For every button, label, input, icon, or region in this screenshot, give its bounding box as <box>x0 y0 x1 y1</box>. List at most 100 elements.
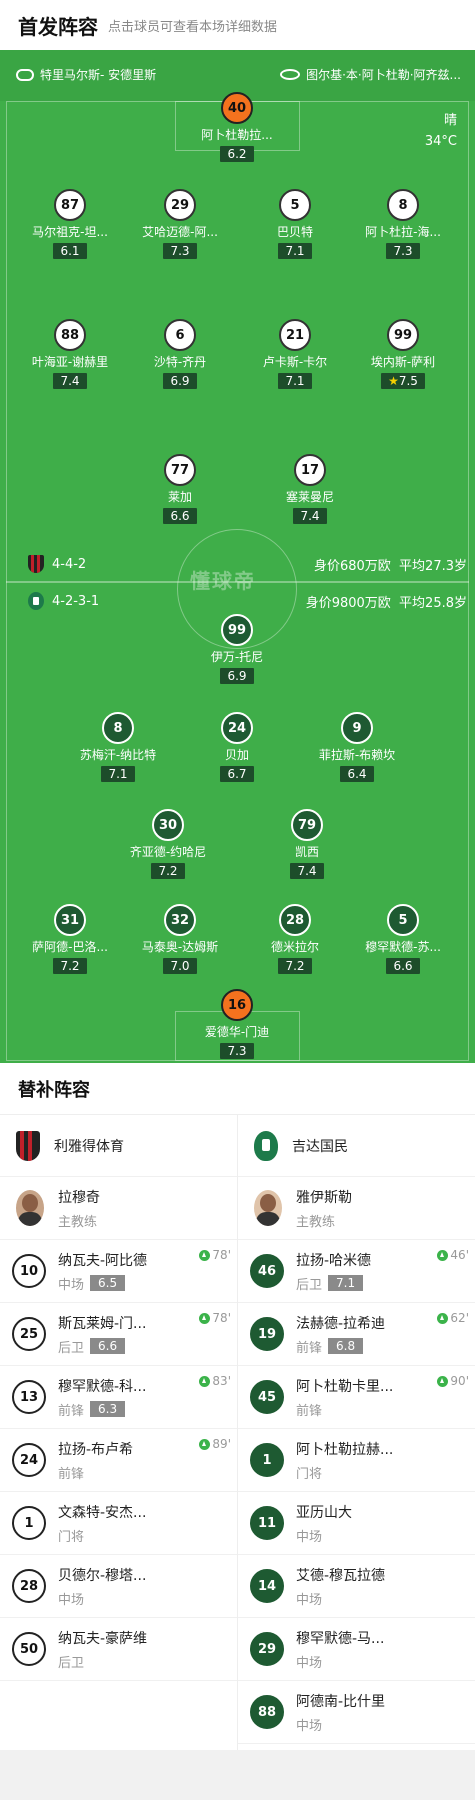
player-position-row: 前锋 <box>58 1463 133 1482</box>
subs-right-column: 吉达国民 雅伊斯勒 主教练 46 拉扬-哈米德 后卫 7.1 46' 19 法赫德-拉希迪 前锋… <box>238 1115 475 1744</box>
player-name: 马尔祖克-坦... <box>32 225 108 239</box>
sub-player-row[interactable]: 1 文森特-安杰... 门将 <box>0 1492 237 1555</box>
sub-time: 78' <box>212 1248 231 1262</box>
home-player[interactable]: 21 卢卡斯-卡尔 7.1 <box>235 319 355 389</box>
sub-player-row[interactable]: 46 拉扬-哈米德 后卫 7.1 46' <box>238 1240 475 1303</box>
avatar <box>254 1190 282 1226</box>
sub-player-row[interactable]: 1 阿卜杜勒拉赫... 门将 <box>238 1429 475 1492</box>
player-name: 阿卜杜勒拉... <box>201 128 273 142</box>
away-value: 身价9800万欧 平均25.8岁 <box>306 592 467 611</box>
home-player[interactable]: 87 马尔祖克-坦... 6.1 <box>10 189 130 259</box>
player-name: 苏梅汗-纳比特 <box>79 748 157 762</box>
sub-player-info: 艾德-穆瓦拉德 中场 <box>296 1565 385 1608</box>
away-player[interactable]: 24 贝加 6.7 <box>177 712 297 782</box>
player-rating: 7.1 <box>278 373 312 389</box>
sub-player-row[interactable]: 45 阿卜杜勒卡里... 前锋 90' <box>238 1366 475 1429</box>
away-player[interactable]: 31 萨阿德-巴洛... 7.2 <box>10 904 130 974</box>
page-subtitle: 点击球员可查看本场详细数据 <box>108 19 278 35</box>
sub-player-row[interactable]: 11 亚历山大 中场 <box>238 1492 475 1555</box>
team-header-right[interactable]: 吉达国民 <box>238 1115 475 1177</box>
jersey-number: 88 <box>250 1695 284 1729</box>
player-rating: 7.1 <box>278 243 312 259</box>
player-name: 纳瓦夫-阿比德 <box>58 1252 148 1269</box>
player-name: 巴贝特 <box>276 225 313 239</box>
home-player[interactable]: 8 阿卜杜拉-海... 7.3 <box>343 189 463 259</box>
rating-value: 7.2 <box>285 959 305 973</box>
player-rating: 7.2 <box>53 958 87 974</box>
home-player[interactable]: 99 埃内斯-萨利 ★7.5 <box>343 319 463 389</box>
stadium-name: 图尔基·本·阿卜杜勒·阿齐兹... <box>306 68 461 82</box>
away-player[interactable]: 79 凯西 7.4 <box>247 809 367 879</box>
away-player[interactable]: 99 伊万-托尼 6.9 <box>177 614 297 684</box>
weather-condition: 晴 <box>443 113 457 128</box>
home-player[interactable]: 6 沙特-齐丹 6.9 <box>120 319 240 389</box>
player-rating: 7.4 <box>290 863 324 879</box>
rating-value: 7.1 <box>108 767 128 781</box>
away-team-info: 4-2-3-1 身价9800万欧 平均25.8岁 <box>0 591 475 611</box>
rating-value: 7.2 <box>60 959 80 973</box>
away-player[interactable]: 30 齐亚德-约哈尼 7.2 <box>108 809 228 879</box>
player-name: 贝德尔-穆塔... <box>58 1567 147 1584</box>
rating-value: 6.9 <box>170 374 190 388</box>
player-name: 凯西 <box>294 845 319 859</box>
jersey-number: 30 <box>152 809 184 841</box>
home-market-value: 身价680万欧 <box>313 558 391 574</box>
sub-time: 78' <box>212 1311 231 1325</box>
player-name: 拉扬-哈米德 <box>296 1252 372 1269</box>
home-player[interactable]: 5 巴贝特 7.1 <box>235 189 355 259</box>
home-player[interactable]: 77 莱加 6.6 <box>120 454 240 524</box>
jersey-number: 17 <box>294 454 326 486</box>
sub-player-row[interactable]: 50 纳瓦夫-豪萨维 后卫 <box>0 1618 237 1681</box>
jersey-number: 79 <box>291 809 323 841</box>
sub-player-row[interactable]: 29 穆罕默德-马... 中场 <box>238 1618 475 1681</box>
player-name: 贝加 <box>224 748 249 762</box>
sub-player-row[interactable]: 14 艾德-穆瓦拉德 中场 <box>238 1555 475 1618</box>
jersey-number: 24 <box>12 1443 46 1477</box>
player-name: 亚历山大 <box>296 1504 352 1521</box>
player-position: 中场 <box>58 1277 85 1293</box>
home-player[interactable]: 40 阿卜杜勒拉... 6.2 <box>177 92 297 162</box>
rating-value: 7.1 <box>285 374 305 388</box>
sub-player-row[interactable]: 25 斯瓦莱姆-门... 后卫 6.6 78' <box>0 1303 237 1366</box>
player-position-row: 中场 <box>296 1715 385 1734</box>
player-name: 阿德南-比什里 <box>296 1693 386 1710</box>
home-player[interactable]: 29 艾哈迈德-阿... 7.3 <box>120 189 240 259</box>
jersey-number: 45 <box>250 1380 284 1414</box>
coach-row-right[interactable]: 雅伊斯勒 主教练 <box>238 1177 475 1240</box>
rating-value: 7.3 <box>170 244 190 258</box>
player-position-row: 中场 <box>296 1589 385 1608</box>
away-player[interactable]: 5 穆罕默德-苏... 6.6 <box>343 904 463 974</box>
away-player[interactable]: 16 爱德华-门迪 7.3 <box>177 989 297 1059</box>
player-position: 后卫 <box>58 1655 85 1671</box>
player-rating: ★7.5 <box>381 373 425 389</box>
home-player[interactable]: 17 塞莱曼尼 7.4 <box>250 454 370 524</box>
sub-player-row[interactable]: 88 阿德南-比什里 中场 <box>238 1681 475 1744</box>
sub-player-row[interactable]: 10 纳瓦夫-阿比德 中场 6.5 78' <box>0 1240 237 1303</box>
away-player[interactable]: 9 菲拉斯-布赖坎 6.4 <box>297 712 417 782</box>
player-name: 莱加 <box>167 490 192 504</box>
sub-on-badge: 78' <box>199 1248 231 1262</box>
sub-on-badge: 89' <box>199 1437 231 1451</box>
away-player[interactable]: 32 马泰奥-达姆斯 7.0 <box>120 904 240 974</box>
referee-right: 图尔基·本·阿卜杜勒·阿齐兹... <box>280 66 461 83</box>
player-name: 拉扬-布卢希 <box>58 1441 134 1458</box>
player-rating: 6.9 <box>220 668 254 684</box>
player-position: 后卫 <box>296 1277 323 1293</box>
coach-row-left[interactable]: 拉穆奇 主教练 <box>0 1177 237 1240</box>
jersey-number: 46 <box>250 1254 284 1288</box>
team-header-left[interactable]: 利雅得体育 <box>0 1115 237 1177</box>
away-player[interactable]: 8 苏梅汗-纳比特 7.1 <box>58 712 178 782</box>
sub-player-row[interactable]: 13 穆罕默德-科... 前锋 6.3 83' <box>0 1366 237 1429</box>
jersey-number: 11 <box>250 1506 284 1540</box>
jersey-number: 14 <box>250 1569 284 1603</box>
player-name: 穆罕默德-马... <box>296 1630 385 1647</box>
rating-value: 7.2 <box>158 864 178 878</box>
team-name: 利雅得体育 <box>54 1138 124 1155</box>
jersey-number: 8 <box>102 712 134 744</box>
home-player[interactable]: 88 叶海亚-谢赫里 7.4 <box>10 319 130 389</box>
sub-player-row[interactable]: 28 贝德尔-穆塔... 中场 <box>0 1555 237 1618</box>
sub-on-icon <box>199 1249 211 1261</box>
sub-player-row[interactable]: 19 法赫德-拉希迪 前锋 6.8 62' <box>238 1303 475 1366</box>
sub-player-row[interactable]: 24 拉扬-布卢希 前锋 89' <box>0 1429 237 1492</box>
away-player[interactable]: 28 德米拉尔 7.2 <box>235 904 355 974</box>
